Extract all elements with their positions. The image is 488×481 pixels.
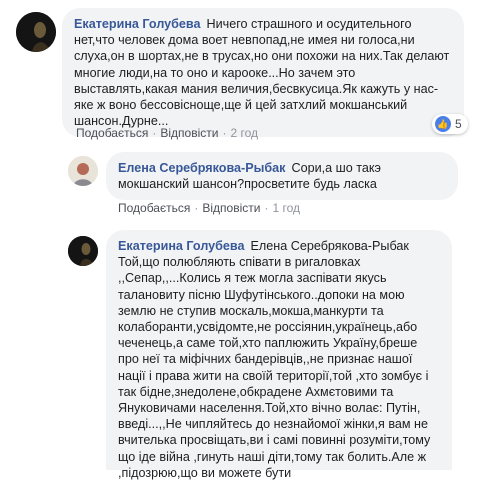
- comment-author[interactable]: Екатерина Голубева: [74, 17, 201, 31]
- like-link[interactable]: Подобається: [118, 201, 190, 215]
- reply-bubble: Елена Серебрякова-Рыбак Сори,а шо такэ мо…: [106, 152, 458, 201]
- reply-link[interactable]: Відповісти: [202, 201, 260, 215]
- reactions-count: 5: [455, 117, 462, 131]
- comment-actions: Подобається · Відповісти · 1 год: [118, 201, 300, 215]
- reactions-badge[interactable]: 👍 5: [432, 114, 468, 134]
- comment-actions: Подобається · Відповісти · 2 год: [76, 126, 258, 140]
- like-link[interactable]: Подобається: [76, 126, 148, 140]
- reply-bubble: Екатерина Голубева Елена Серебрякова-Рыба…: [106, 230, 452, 480]
- avatar[interactable]: [16, 12, 56, 52]
- like-reaction-icon: 👍: [435, 116, 451, 132]
- comment-author[interactable]: Екатерина Голубева: [118, 239, 245, 253]
- reply-link[interactable]: Відповісти: [160, 126, 218, 140]
- comment-bubble: Екатерина Голубева Ничего страшного и осу…: [62, 8, 464, 138]
- comment-text: Елена Серебрякова-Рыбак Той,що полюбляют…: [118, 239, 431, 480]
- avatar[interactable]: [68, 236, 98, 266]
- comment-text: Ничего страшного и осудительного нет,что…: [74, 17, 450, 129]
- comment-time[interactable]: 2 год: [230, 126, 258, 140]
- comment-time[interactable]: 1 год: [272, 201, 300, 215]
- comment-author[interactable]: Елена Серебрякова-Рыбак: [118, 161, 285, 175]
- avatar[interactable]: [68, 156, 98, 186]
